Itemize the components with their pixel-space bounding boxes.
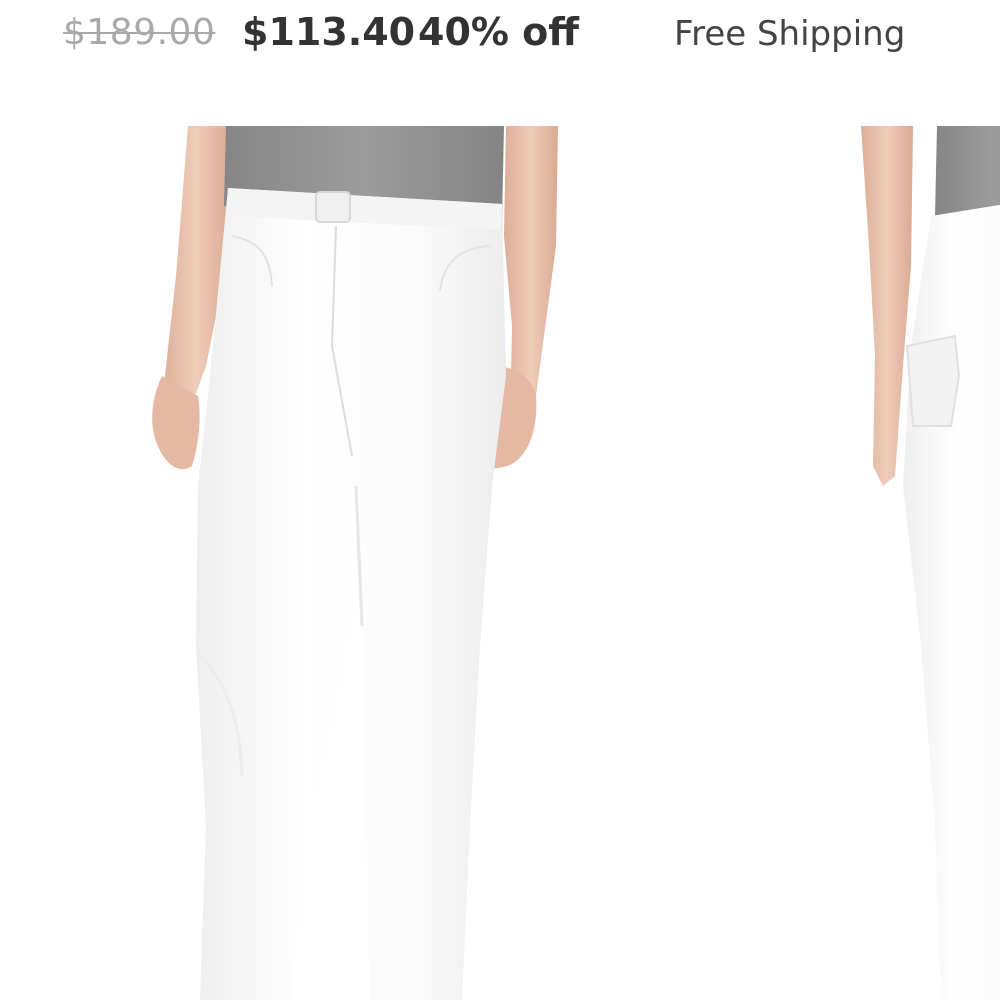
original-price: $189.00 [63, 12, 216, 53]
sale-price: $113.40 [242, 10, 416, 54]
product-image-front[interactable] [140, 126, 570, 1000]
shipping-label: Free Shipping [674, 14, 906, 54]
discount-label: 40% off [418, 10, 580, 54]
product-page: $189.00 $113.40 40% off Free Shipping [0, 0, 1000, 1000]
product-image-carousel[interactable] [0, 126, 1000, 1000]
price-row: $189.00 $113.40 40% off Free Shipping [0, 0, 1000, 80]
product-image-back[interactable] [855, 126, 1000, 1000]
